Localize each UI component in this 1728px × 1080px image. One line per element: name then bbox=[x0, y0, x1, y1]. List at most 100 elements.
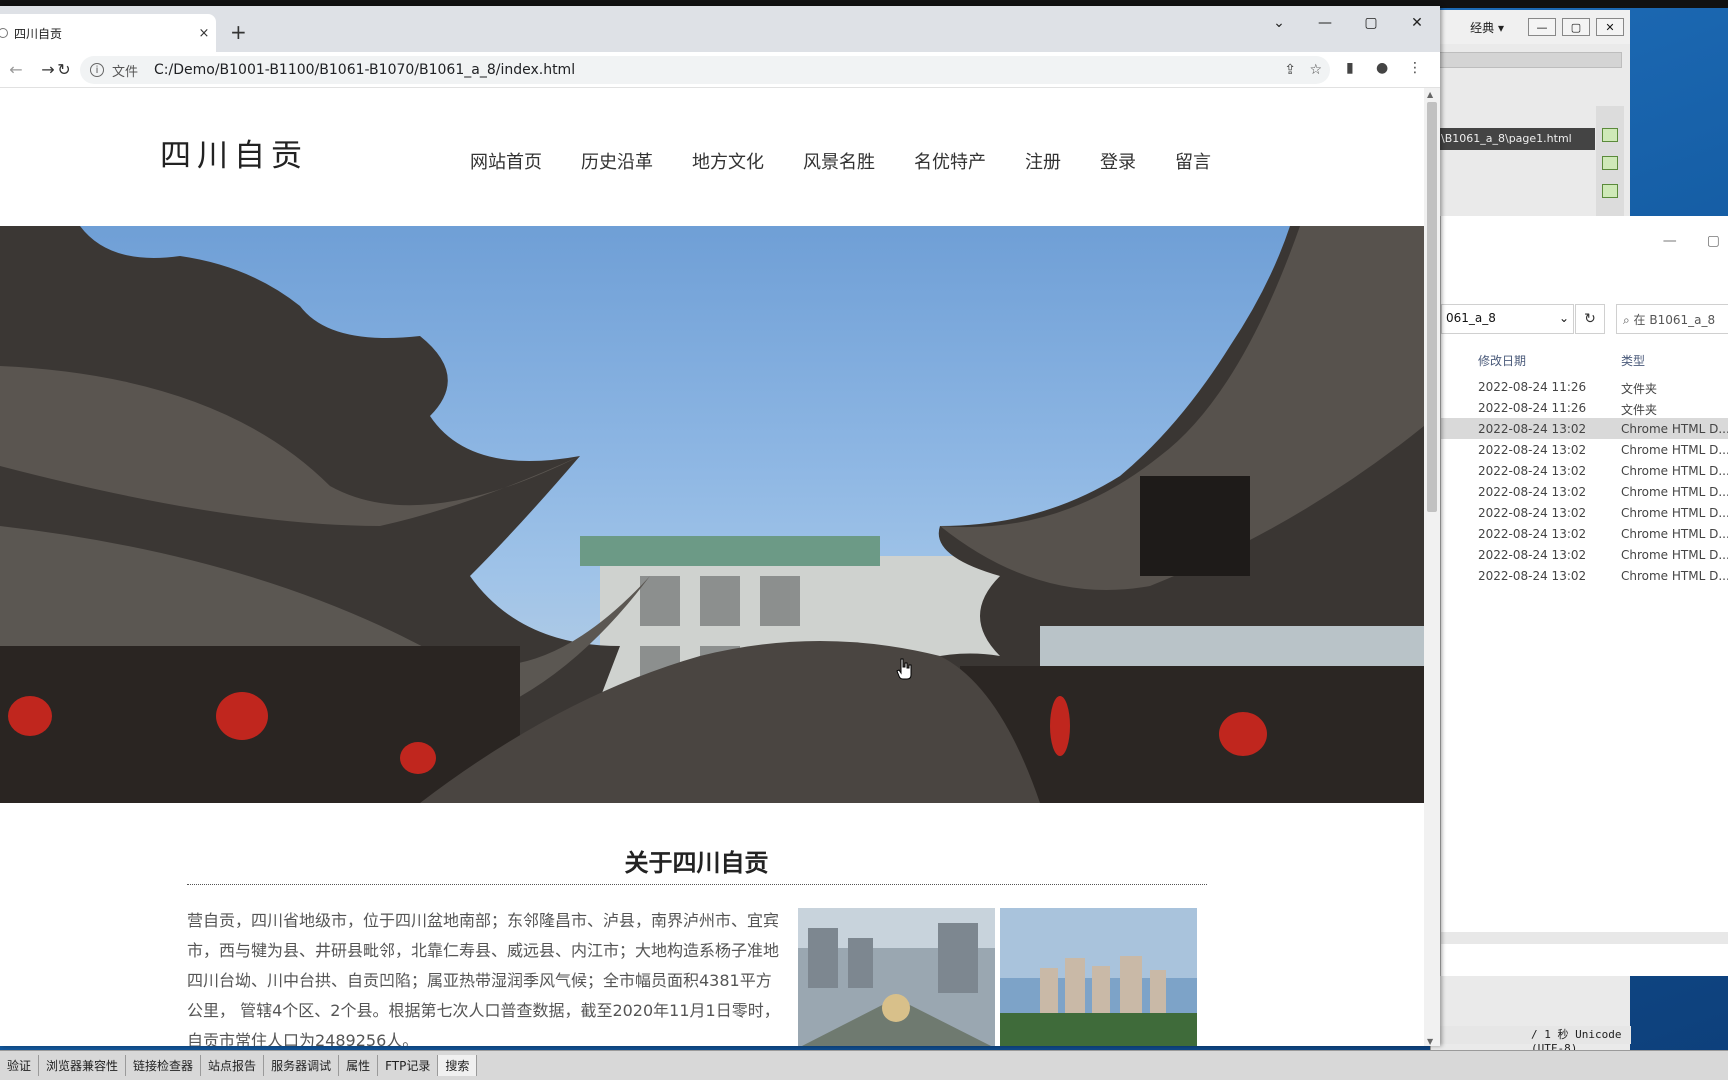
city-skyline-photo bbox=[1000, 908, 1197, 1046]
url-text[interactable]: C:/Demo/B1001-B1100/B1061-B1070/B1061_a_… bbox=[154, 62, 575, 78]
globe-icon bbox=[0, 28, 8, 38]
file-date: 2022-08-24 11:26 bbox=[1478, 401, 1587, 415]
results-panel-tabs: 验证 浏览器兼容性 链接检查器 站点报告 服务器调试 属性 FTP记录 搜索 bbox=[0, 1055, 478, 1076]
window-controls: ⌄ — ▢ ✕ bbox=[1256, 6, 1440, 40]
side-panel-icon[interactable]: ▮ bbox=[1346, 60, 1354, 76]
file-date: 2022-08-24 13:02 bbox=[1478, 527, 1587, 541]
about-section: 关于四川自贡 营自贡，四川省地级市，位于四川盆地南部；东邻隆昌市、泸县，南界泸州… bbox=[0, 803, 1424, 1046]
file-row[interactable]: 2022-08-24 11:26 文件夹 bbox=[1441, 376, 1728, 397]
file-date: 2022-08-24 11:26 bbox=[1478, 380, 1587, 394]
explorer-search-input[interactable]: ⌕ 在 B1061_a_8 bbox=[1616, 304, 1728, 334]
about-title: 关于四川自贡 bbox=[624, 849, 769, 877]
minimize-button[interactable]: — bbox=[1302, 6, 1348, 40]
close-window-button[interactable]: ✕ bbox=[1394, 6, 1440, 40]
scroll-up-arrow-icon[interactable]: ▲ bbox=[1427, 90, 1433, 99]
nav-link-6[interactable]: 注册 bbox=[1025, 148, 1061, 174]
panel-tab[interactable]: 服务器调试 bbox=[264, 1055, 340, 1076]
workspace-mode-dropdown[interactable]: 经典 ▾ bbox=[1470, 19, 1504, 36]
file-date: 2022-08-24 13:02 bbox=[1478, 506, 1587, 520]
file-row[interactable]: 2022-08-24 13:02 Chrome HTML D... bbox=[1441, 460, 1728, 481]
panel-tab[interactable]: 验证 bbox=[0, 1055, 40, 1076]
info-icon[interactable]: i bbox=[90, 63, 104, 77]
chrome-browser-window: 四川自贡 × + ⌄ — ▢ ✕ ← → ↻ i 文件 C:/Demo/B100… bbox=[0, 6, 1440, 1046]
maximize-button[interactable]: ▢ bbox=[1348, 6, 1394, 40]
file-row[interactable]: 2022-08-24 13:02 Chrome HTML D... bbox=[1441, 565, 1728, 586]
site-header: 四川自贡 网站首页 历史沿革 地方文化 风景名胜 名优特产 注册 登录 留言 bbox=[0, 88, 1424, 226]
address-bar[interactable]: i 文件 C:/Demo/B1001-B1100/B1061-B1070/B10… bbox=[80, 56, 1330, 84]
file-type: Chrome HTML D... bbox=[1621, 506, 1728, 520]
tab-search-icon[interactable]: ⌄ bbox=[1256, 6, 1302, 40]
maximize-button[interactable]: ▢ bbox=[1562, 18, 1590, 36]
bookmark-star-icon[interactable]: ☆ bbox=[1309, 62, 1322, 78]
encoding-status: / 1 秒 Unicode (UTF-8) bbox=[1431, 1026, 1631, 1055]
file-row[interactable]: 2022-08-24 13:02 Chrome HTML D... bbox=[1441, 439, 1728, 460]
explorer-file-list: 2022-08-24 11:26 文件夹 2022-08-24 11:26 文件夹 20… bbox=[1441, 376, 1728, 586]
nav-link-3[interactable]: 地方文化 bbox=[692, 148, 764, 174]
nav-link-8[interactable]: 留言 bbox=[1175, 148, 1211, 174]
maximize-icon[interactable]: ▢ bbox=[1707, 233, 1720, 249]
nav-link-5[interactable]: 名优特产 bbox=[914, 148, 986, 174]
close-tab-icon[interactable]: × bbox=[192, 26, 216, 41]
file-date: 2022-08-24 13:02 bbox=[1478, 464, 1587, 478]
browser-toolbar: ← → ↻ i 文件 C:/Demo/B1001-B1100/B1061-B10… bbox=[0, 52, 1440, 88]
file-row[interactable]: 2022-08-24 13:02 Chrome HTML D... bbox=[1441, 544, 1728, 565]
close-button[interactable]: ✕ bbox=[1596, 18, 1624, 36]
panel-tab[interactable]: 链接检查器 bbox=[126, 1055, 202, 1076]
nav-link-2[interactable]: 历史沿革 bbox=[581, 148, 653, 174]
file-type: 文件夹 bbox=[1621, 382, 1658, 396]
reload-icon[interactable]: ↻ bbox=[48, 60, 80, 79]
column-header-type[interactable]: 类型 bbox=[1621, 352, 1645, 369]
nav-link-1[interactable]: 网站首页 bbox=[470, 148, 542, 174]
file-date: 2022-08-24 13:02 bbox=[1478, 422, 1587, 436]
panel-tab[interactable]: 属性 bbox=[339, 1055, 379, 1076]
horizontal-scrollbar[interactable] bbox=[1441, 932, 1728, 944]
file-row[interactable]: 2022-08-24 13:02 Chrome HTML D... bbox=[1441, 523, 1728, 544]
file-row[interactable]: 2022-08-24 13:02 Chrome HTML D... bbox=[1441, 502, 1728, 523]
refresh-icon[interactable]: ↻ bbox=[1575, 304, 1605, 334]
file-explorer-window: — ▢ 061_a_8 ⌄ ↻ ⌕ 在 B1061_a_8 修改日期 类型 20… bbox=[1440, 216, 1728, 976]
hero-banner-image bbox=[0, 226, 1424, 803]
file-row[interactable]: 2022-08-24 13:02 Chrome HTML D... bbox=[1441, 418, 1728, 439]
table-icon[interactable] bbox=[1602, 156, 1618, 170]
file-date: 2022-08-24 13:02 bbox=[1478, 443, 1587, 457]
page-scrollbar[interactable]: ▲ ▼ bbox=[1424, 88, 1440, 1046]
file-type: Chrome HTML D... bbox=[1621, 569, 1728, 583]
image-icon[interactable] bbox=[1602, 184, 1618, 198]
panel-tab[interactable]: 浏览器兼容性 bbox=[39, 1055, 127, 1076]
minimize-button[interactable]: — bbox=[1528, 18, 1556, 36]
panel-tab[interactable]: 站点报告 bbox=[201, 1055, 265, 1076]
share-icon[interactable]: ⇪ bbox=[1284, 62, 1296, 78]
panel-tab[interactable]: FTP记录 bbox=[378, 1055, 439, 1076]
file-date: 2022-08-24 13:02 bbox=[1478, 485, 1587, 499]
file-row[interactable]: 2022-08-24 13:02 Chrome HTML D... bbox=[1441, 481, 1728, 502]
scrollbar-thumb[interactable] bbox=[1427, 102, 1437, 512]
browser-tab[interactable]: 四川自贡 × bbox=[0, 14, 216, 52]
menu-kebab-icon[interactable]: ⋮ bbox=[1408, 60, 1422, 76]
profile-avatar-icon[interactable]: ● bbox=[1376, 60, 1388, 76]
panel-tab[interactable]: 搜索 bbox=[438, 1055, 478, 1076]
page-viewport: 四川自贡 网站首页 历史沿革 地方文化 风景名胜 名优特产 注册 登录 留言 关… bbox=[0, 88, 1424, 1046]
search-placeholder: 在 B1061_a_8 bbox=[1633, 313, 1716, 327]
insert-icon[interactable] bbox=[1602, 128, 1618, 142]
scheme-label: 文件 bbox=[112, 64, 139, 80]
column-header-date[interactable]: 修改日期 bbox=[1478, 352, 1526, 369]
site-nav: 网站首页 历史沿革 地方文化 风景名胜 名优特产 注册 登录 留言 bbox=[470, 148, 1250, 174]
nav-link-7[interactable]: 登录 bbox=[1100, 148, 1136, 174]
file-row[interactable]: 2022-08-24 11:26 文件夹 bbox=[1441, 397, 1728, 418]
minimize-icon[interactable]: — bbox=[1663, 233, 1677, 249]
dreamweaver-side-toolbar bbox=[1596, 106, 1624, 226]
file-date: 2022-08-24 13:02 bbox=[1478, 548, 1587, 562]
scroll-down-arrow-icon[interactable]: ▼ bbox=[1427, 1037, 1433, 1046]
file-type: Chrome HTML D... bbox=[1621, 422, 1728, 436]
file-type: Chrome HTML D... bbox=[1621, 548, 1728, 562]
nav-link-4[interactable]: 风景名胜 bbox=[803, 148, 875, 174]
tab-title: 四川自贡 bbox=[14, 26, 63, 41]
dreamweaver-titlebar: 经典 ▾ — ▢ ✕ bbox=[1431, 10, 1630, 44]
back-arrow-icon[interactable]: ← bbox=[0, 60, 32, 79]
document-path: \B1061_a_8\page1.html bbox=[1435, 128, 1595, 150]
dreamweaver-results-panel: 验证 浏览器兼容性 链接检查器 站点报告 服务器调试 属性 FTP记录 搜索 bbox=[0, 1050, 1728, 1080]
chevron-down-icon[interactable]: ⌄ bbox=[1559, 311, 1569, 327]
site-logo[interactable]: 四川自贡 bbox=[160, 130, 308, 175]
explorer-address-bar[interactable]: 061_a_8 ⌄ bbox=[1441, 304, 1574, 334]
new-tab-button[interactable]: + bbox=[230, 20, 247, 44]
